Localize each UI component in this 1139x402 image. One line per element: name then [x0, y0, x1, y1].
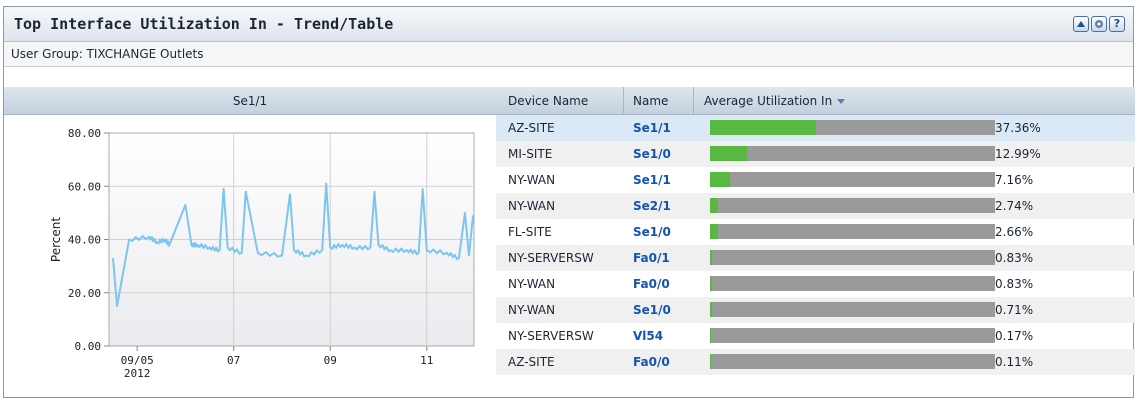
table-row[interactable]: FL-SITE Se1/0 2.66% — [496, 219, 1135, 245]
panel-titlebar: Top Interface Utilization In - Trend/Tab… — [4, 7, 1133, 42]
y-axis-label: Percent — [49, 217, 63, 262]
table-row[interactable]: NY-WAN Se1/1 7.16% — [496, 167, 1135, 193]
chart-header: Se1/1 — [4, 87, 496, 115]
utilization-percent: 0.71% — [995, 303, 1034, 317]
chart-interface-title: Se1/1 — [232, 94, 268, 108]
user-group-label: User Group: TIXCHANGE Outlets — [11, 47, 204, 61]
utilization-bar — [710, 198, 995, 213]
device-name-cell: NY-WAN — [508, 173, 556, 187]
table-row[interactable]: NY-WAN Se2/1 2.74% — [496, 193, 1135, 219]
table-row[interactable]: NY-WAN Fa0/0 0.83% — [496, 271, 1135, 297]
utilization-bar — [710, 224, 995, 239]
interface-name-link[interactable]: Se1/1 — [633, 121, 671, 135]
device-name-cell: FL-SITE — [508, 225, 552, 239]
x-tick-label: 11 — [420, 354, 433, 367]
column-average-utilization-label: Average Utilization In — [704, 94, 833, 108]
column-average-utilization[interactable]: Average Utilization In — [704, 94, 846, 108]
y-tick-label: 20.00 — [68, 287, 101, 300]
table-row[interactable]: MI-SITE Se1/0 12.99% — [496, 141, 1135, 167]
utilization-percent: 0.11% — [995, 355, 1034, 369]
device-name-cell: NY-SERVERSW — [508, 251, 594, 265]
utilization-bar — [710, 120, 995, 135]
utilization-percent: 7.16% — [995, 173, 1034, 187]
utilization-bar-fill — [710, 172, 731, 187]
panel-title: Top Interface Utilization In - Trend/Tab… — [14, 15, 394, 33]
settings-icon[interactable] — [1091, 16, 1107, 32]
table-row[interactable]: AZ-SITE Fa0/0 0.11% — [496, 349, 1135, 375]
help-icon[interactable]: ? — [1109, 16, 1125, 32]
utilization-bar — [710, 250, 995, 265]
table-header: Device Name Name Average Utilization In — [496, 87, 1135, 115]
utilization-bar-fill — [710, 146, 748, 161]
interface-name-link[interactable]: Fa0/0 — [633, 277, 670, 291]
y-tick-label: 80.00 — [68, 127, 101, 140]
table-row[interactable]: NY-WAN Se1/0 0.71% — [496, 297, 1135, 323]
y-tick-label: 40.00 — [68, 234, 101, 247]
interface-name-link[interactable]: Se2/1 — [633, 199, 671, 213]
interface-name-link[interactable]: Se1/0 — [633, 303, 671, 317]
y-tick-label: 0.00 — [75, 340, 102, 353]
device-name-cell: AZ-SITE — [508, 355, 555, 369]
device-name-cell: MI-SITE — [508, 147, 553, 161]
utilization-bar — [710, 354, 995, 369]
utilization-bar-fill — [710, 120, 817, 135]
x-tick-year-label: 2012 — [124, 367, 151, 380]
collapse-icon[interactable] — [1073, 16, 1089, 32]
interface-name-link[interactable]: Fa0/0 — [633, 355, 670, 369]
utilization-bar-fill — [710, 250, 713, 265]
table-row[interactable]: NY-SERVERSW Vl54 0.17% — [496, 323, 1135, 349]
utilization-bar — [710, 302, 995, 317]
interface-name-link[interactable]: Se1/0 — [633, 147, 671, 161]
utilization-bar — [710, 146, 995, 161]
device-name-cell: NY-WAN — [508, 199, 556, 213]
device-name-cell: NY-WAN — [508, 303, 556, 317]
device-name-cell: AZ-SITE — [508, 121, 555, 135]
panel-buttons: ? — [1073, 16, 1125, 32]
interface-name-link[interactable]: Fa0/1 — [633, 251, 670, 265]
x-tick-label: 09 — [324, 354, 337, 367]
interface-name-link[interactable]: Se1/0 — [633, 225, 671, 239]
x-tick-label: 07 — [227, 354, 240, 367]
utilization-percent: 0.17% — [995, 329, 1034, 343]
interface-name-link[interactable]: Vl54 — [633, 329, 663, 343]
utilization-percent: 2.66% — [995, 225, 1034, 239]
utilization-bar-fill — [710, 224, 718, 239]
column-device-name[interactable]: Device Name — [508, 94, 588, 108]
utilization-bar — [710, 276, 995, 291]
utilization-percent: 2.74% — [995, 199, 1034, 213]
y-tick-label: 60.00 — [68, 180, 101, 193]
table-row[interactable]: NY-SERVERSW Fa0/1 0.83% — [496, 245, 1135, 271]
x-tick-label: 09/05 — [121, 354, 154, 367]
utilization-bar-fill — [710, 302, 713, 317]
column-name[interactable]: Name — [633, 94, 668, 108]
interface-name-link[interactable]: Se1/1 — [633, 173, 671, 187]
utilization-table: AZ-SITE Se1/1 37.36% MI-SITE Se1/0 12.99% NY-W… — [496, 115, 1135, 375]
utilization-bar — [710, 172, 995, 187]
utilization-percent: 0.83% — [995, 251, 1034, 265]
utilization-percent: 0.83% — [995, 277, 1034, 291]
utilization-percent: 37.36% — [995, 121, 1041, 135]
user-group-bar: User Group: TIXCHANGE Outlets — [4, 42, 1133, 67]
dashboard-panel: Top Interface Utilization In - Trend/Tab… — [3, 6, 1135, 398]
trend-chart: 80.00 60.00 40.00 20.00 0.00 09/05 07 09 11 2012 P… — [49, 127, 475, 380]
utilization-bar — [710, 328, 995, 343]
utilization-bar-fill — [710, 198, 718, 213]
device-name-cell: NY-SERVERSW — [508, 329, 594, 343]
table-row[interactable]: AZ-SITE Se1/1 37.36% — [496, 115, 1135, 141]
sort-desc-icon — [837, 99, 846, 104]
utilization-percent: 12.99% — [995, 147, 1041, 161]
utilization-bar-fill — [710, 276, 713, 291]
device-name-cell: NY-WAN — [508, 277, 556, 291]
